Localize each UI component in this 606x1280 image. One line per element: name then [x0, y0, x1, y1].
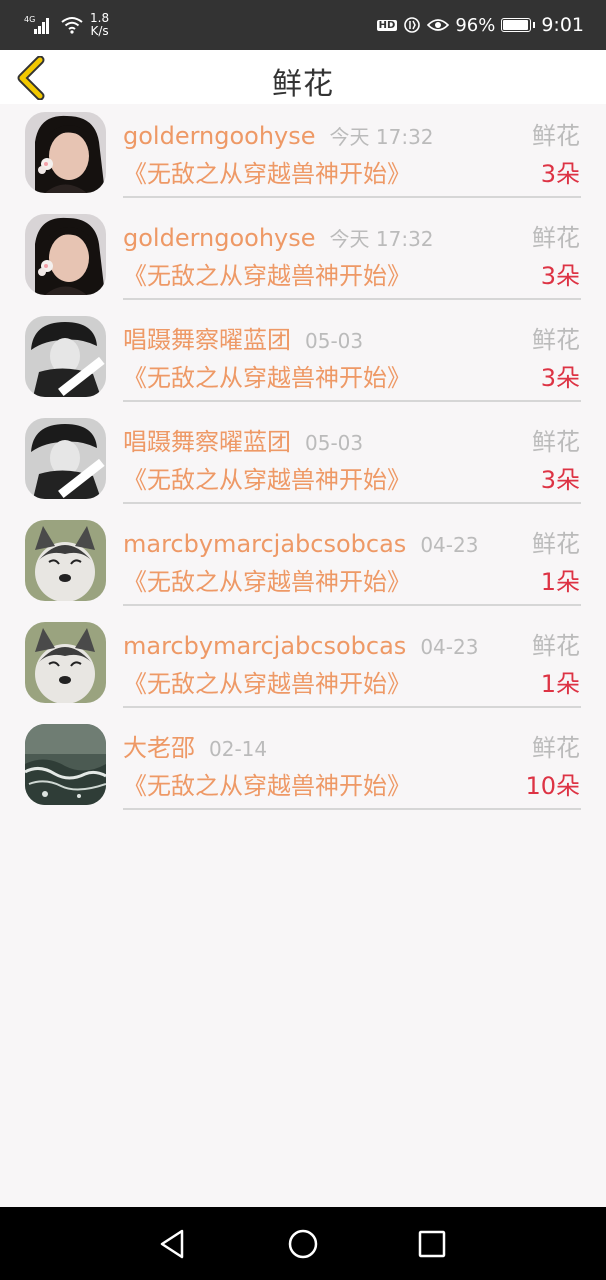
- divider: [123, 196, 581, 198]
- gift-record-row[interactable]: golderngoohyse 今天 17:32 鲜花 《无敌之从穿越兽神开始》 3…: [0, 104, 606, 206]
- avatar-husky-dog: [25, 520, 106, 601]
- avatar-bw-portrait: [25, 316, 106, 397]
- battery-tip: [533, 22, 536, 28]
- flower-count: 3朵: [540, 466, 580, 494]
- avatar-bw-portrait: [25, 418, 106, 499]
- nav-home-button[interactable]: [286, 1227, 320, 1261]
- net-speed-unit: K/s: [90, 24, 109, 38]
- avatar[interactable]: [25, 622, 106, 703]
- gift-record-row[interactable]: marcbymarcjabcsobcas 04-23 鲜花 《无敌之从穿越兽神开始…: [0, 512, 606, 614]
- clock: 9:01: [541, 14, 584, 36]
- username: 唱蹑舞察曜蓝团 05-03: [123, 326, 363, 355]
- flower-count: 3朵: [540, 364, 580, 392]
- avatar-girl-photo: [25, 214, 106, 295]
- gift-record-row[interactable]: 唱蹑舞察曜蓝团 05-03 鲜花 《无敌之从穿越兽神开始》 3朵: [0, 308, 606, 410]
- username-text: golderngoohyse: [123, 224, 316, 252]
- username-text: marcbymarcjabcsobcas: [123, 530, 407, 558]
- data-saver-icon: [404, 17, 421, 33]
- username: golderngoohyse 今天 17:32: [123, 224, 434, 253]
- back-triangle-icon: [160, 1229, 184, 1259]
- page-title: 鲜花: [272, 67, 334, 102]
- flower-count: 3朵: [540, 160, 580, 188]
- book-title[interactable]: 《无敌之从穿越兽神开始》: [123, 160, 411, 188]
- avatar[interactable]: [25, 112, 106, 193]
- avatar[interactable]: [25, 214, 106, 295]
- record-time: 04-23: [420, 533, 479, 557]
- username-text: 唱蹑舞察曜蓝团: [123, 428, 291, 456]
- gift-record-row[interactable]: 大老邵 02-14 鲜花 《无敌之从穿越兽神开始》 10朵: [0, 716, 606, 818]
- username: marcbymarcjabcsobcas 04-23: [123, 632, 478, 661]
- divider: [123, 706, 581, 708]
- app-header: 鲜花: [0, 50, 606, 104]
- avatar-waves-photo: [25, 724, 106, 805]
- eye-comfort-icon: [427, 19, 450, 31]
- record-time: 02-14: [209, 737, 268, 761]
- divider: [123, 808, 581, 810]
- gift-record-row[interactable]: marcbymarcjabcsobcas 04-23 鲜花 《无敌之从穿越兽神开始…: [0, 614, 606, 716]
- hd-icon: HD: [376, 19, 398, 31]
- flower-count: 3朵: [540, 262, 580, 290]
- divider: [123, 502, 581, 504]
- username-text: golderngoohyse: [123, 122, 316, 150]
- svg-text:4G: 4G: [24, 15, 35, 24]
- record-time: 04-23: [420, 635, 479, 659]
- divider: [123, 298, 581, 300]
- username: marcbymarcjabcsobcas 04-23: [123, 530, 478, 559]
- book-title[interactable]: 《无敌之从穿越兽神开始》: [123, 262, 411, 290]
- gift-record-row[interactable]: golderngoohyse 今天 17:32 鲜花 《无敌之从穿越兽神开始》 3…: [0, 206, 606, 308]
- avatar[interactable]: [25, 724, 106, 805]
- username-text: 唱蹑舞察曜蓝团: [123, 326, 291, 354]
- record-time: 05-03: [305, 329, 364, 353]
- system-nav-bar: [0, 1207, 606, 1280]
- gift-type: 鲜花: [532, 632, 580, 660]
- gift-type: 鲜花: [532, 530, 580, 558]
- nav-recents-button[interactable]: [415, 1227, 449, 1261]
- gift-record-row[interactable]: 唱蹑舞察曜蓝团 05-03 鲜花 《无敌之从穿越兽神开始》 3朵: [0, 410, 606, 512]
- gift-type: 鲜花: [532, 428, 580, 456]
- gift-type: 鲜花: [532, 122, 580, 150]
- nav-back-button[interactable]: [156, 1227, 190, 1261]
- status-right: HD 96% 9:01: [376, 10, 584, 40]
- signal-icon: 4G: [24, 15, 49, 34]
- gift-type: 鲜花: [532, 326, 580, 354]
- status-left: 4G 1.8 K/s: [24, 10, 109, 40]
- net-speed: 1.8 K/s: [90, 12, 109, 38]
- username: 大老邵 02-14: [123, 734, 267, 763]
- avatar[interactable]: [25, 418, 106, 499]
- avatar-girl-photo: [25, 112, 106, 193]
- flower-count: 10朵: [525, 772, 580, 800]
- book-title[interactable]: 《无敌之从穿越兽神开始》: [123, 364, 411, 392]
- avatar[interactable]: [25, 316, 106, 397]
- book-title[interactable]: 《无敌之从穿越兽神开始》: [123, 568, 411, 596]
- gift-type: 鲜花: [532, 224, 580, 252]
- username: 唱蹑舞察曜蓝团 05-03: [123, 428, 363, 457]
- gift-type: 鲜花: [532, 734, 580, 762]
- username-text: 大老邵: [123, 734, 195, 762]
- username: golderngoohyse 今天 17:32: [123, 122, 434, 151]
- book-title[interactable]: 《无敌之从穿越兽神开始》: [123, 772, 411, 800]
- wifi-icon: [61, 17, 83, 34]
- avatar-husky-dog: [25, 622, 106, 703]
- record-time: 今天 17:32: [329, 125, 434, 149]
- status-bar: 4G 1.8 K/s HD 96% 9:01: [0, 0, 606, 50]
- gift-record-list: golderngoohyse 今天 17:32 鲜花 《无敌之从穿越兽神开始》 3…: [0, 104, 606, 818]
- flower-count: 1朵: [540, 568, 580, 596]
- book-title[interactable]: 《无敌之从穿越兽神开始》: [123, 466, 411, 494]
- battery-percent: 96%: [455, 14, 496, 36]
- flower-count: 1朵: [540, 670, 580, 698]
- home-circle-icon: [288, 1229, 318, 1259]
- battery-fill: [503, 20, 529, 30]
- username-text: marcbymarcjabcsobcas: [123, 632, 407, 660]
- record-time: 05-03: [305, 431, 364, 455]
- divider: [123, 604, 581, 606]
- recents-square-icon: [418, 1230, 446, 1258]
- record-time: 今天 17:32: [329, 227, 434, 251]
- battery-icon: [501, 18, 532, 32]
- book-title[interactable]: 《无敌之从穿越兽神开始》: [123, 670, 411, 698]
- avatar[interactable]: [25, 520, 106, 601]
- divider: [123, 400, 581, 402]
